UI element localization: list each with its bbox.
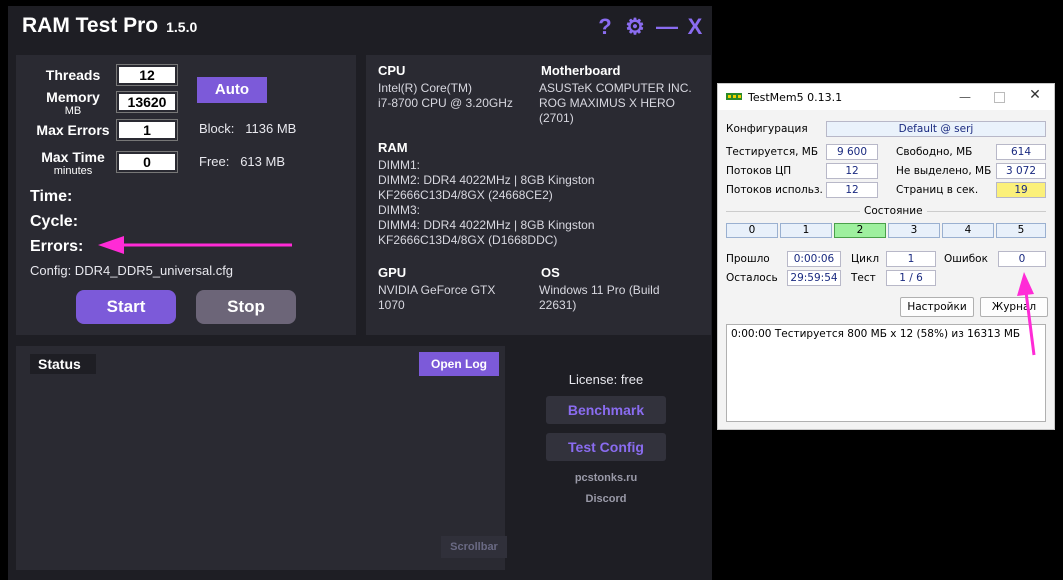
- arrow-to-errors: [98, 236, 292, 254]
- annotation-overlay: [98, 236, 1036, 356]
- arrow-to-testmem-errors: [1017, 272, 1036, 356]
